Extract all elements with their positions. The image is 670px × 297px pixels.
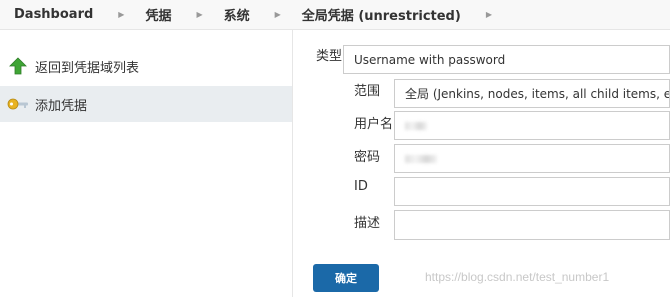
breadcrumb-credentials[interactable]: 凭据	[145, 5, 171, 24]
id-field[interactable]	[394, 177, 670, 206]
breadcrumb-dashboard[interactable]: Dashboard	[14, 7, 93, 22]
description-field[interactable]	[394, 210, 670, 240]
description-label: 描述	[354, 216, 381, 231]
username-field[interactable]	[394, 111, 670, 140]
scope-select-value: 全局 (Jenkins, nodes, items, all child ite…	[405, 87, 670, 101]
up-arrow-icon	[4, 57, 32, 75]
password-value-redacted	[405, 154, 437, 163]
username-label: 用户名	[354, 117, 394, 132]
breadcrumb-separator-icon[interactable]: ▶	[118, 10, 124, 19]
sidebar-item-label: 返回到凭据域列表	[35, 60, 140, 76]
sidebar-item-back-to-domains[interactable]: 返回到凭据域列表	[0, 48, 292, 84]
sidebar: 返回到凭据域列表 添加凭据	[0, 30, 293, 297]
breadcrumb-global-credentials[interactable]: 全局凭据 (unrestricted)	[302, 5, 461, 24]
sidebar-item-add-credentials[interactable]: 添加凭据	[0, 86, 292, 122]
scope-select[interactable]: 全局 (Jenkins, nodes, items, all child ite…	[394, 79, 670, 108]
password-label: 密码	[354, 150, 381, 165]
kind-select[interactable]: Username with password	[343, 45, 670, 74]
scope-label: 范围	[354, 84, 381, 99]
sidebar-item-label: 添加凭据	[35, 98, 88, 114]
password-field[interactable]	[394, 144, 670, 173]
breadcrumb-system[interactable]: 系统	[224, 5, 250, 24]
kind-select-value: Username with password	[354, 52, 506, 67]
submit-button[interactable]: 确定	[313, 264, 379, 292]
kind-label: 类型	[316, 49, 343, 64]
id-label: ID	[354, 179, 368, 194]
username-value-redacted	[405, 121, 427, 130]
breadcrumb-separator-icon[interactable]: ▶	[486, 10, 492, 19]
breadcrumb-separator-icon[interactable]: ▶	[196, 10, 202, 19]
breadcrumb-separator-icon[interactable]: ▶	[275, 10, 281, 19]
watermark: https://blog.csdn.net/test_number1	[425, 270, 610, 284]
key-icon	[4, 96, 32, 112]
breadcrumb: Dashboard ▶ 凭据 ▶ 系统 ▶ 全局凭据 (unrestricted…	[0, 0, 670, 30]
